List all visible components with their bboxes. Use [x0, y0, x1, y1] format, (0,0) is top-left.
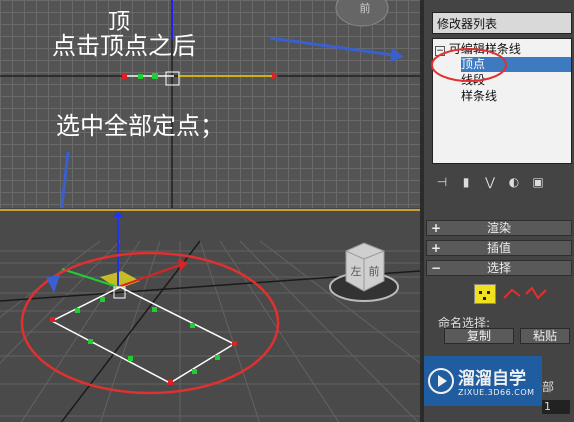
- callout-step1: 点击顶点之后: [52, 32, 196, 60]
- watermark-title: 溜溜自学: [458, 369, 526, 389]
- paste-button[interactable]: 粘贴: [520, 328, 570, 344]
- vertex-top-3: [152, 73, 158, 79]
- rollout-interp-label: 插值: [486, 241, 511, 255]
- configure-sets-icon[interactable]: ▣: [530, 174, 546, 190]
- annotation-arrow-1-head: [390, 48, 404, 62]
- rollout-interpolation[interactable]: + 插值: [426, 240, 572, 256]
- annotation-arrow-1: [269, 36, 401, 58]
- play-logo-icon: [428, 368, 454, 394]
- rollout-select-label: 选择: [486, 261, 511, 275]
- viewcube-front-label: 前: [368, 265, 380, 278]
- watermark-badge: 溜溜自学 ZIXUE.3D66.COM: [424, 356, 542, 406]
- gizmo-x-arrow: [272, 72, 278, 80]
- modifier-stack[interactable]: − 可编辑样条线 顶点 线段 样条线: [431, 38, 572, 164]
- perspective-viewport[interactable]: 左 前: [0, 209, 420, 422]
- make-unique-icon[interactable]: ⋁: [482, 174, 498, 190]
- spline-vertices: [50, 297, 237, 385]
- modifier-list-dropdown[interactable]: 修改器列表: [432, 12, 572, 34]
- pin-stack-icon[interactable]: ⊣: [434, 174, 450, 190]
- viewcube-side-label: 左: [350, 265, 362, 278]
- top-viewport[interactable]: 顶 点击顶点之后 选中全部定点； 前: [0, 0, 420, 208]
- spline-rectangle: [50, 286, 236, 384]
- stack-item-spline[interactable]: 样条线: [461, 89, 497, 104]
- viewcube-top-label: 前: [359, 2, 371, 15]
- plus-icon: +: [431, 241, 442, 255]
- vertex-top-1: [122, 74, 127, 79]
- copy-button[interactable]: 复制: [444, 328, 514, 344]
- watermark-subtitle: ZIXUE.3D66.COM: [458, 388, 535, 397]
- plus-icon: +: [431, 221, 442, 235]
- remove-modifier-icon[interactable]: ◐: [506, 174, 522, 190]
- annotation-ellipse-stack: [431, 48, 507, 82]
- partial-label-1: 部: [542, 380, 555, 394]
- annotation-arrow-2: [60, 151, 70, 208]
- partial-spinner[interactable]: 1: [542, 400, 570, 414]
- vertex-top-2: [138, 74, 143, 79]
- callout-step2: 选中全部定点；: [56, 112, 224, 140]
- perspective-scene: [0, 211, 420, 422]
- vertex-mode-icon[interactable]: [474, 284, 496, 304]
- segment-spline-mode-icons[interactable]: [502, 284, 552, 304]
- rollout-render[interactable]: + 渲染: [426, 220, 572, 236]
- minus-icon: −: [431, 261, 442, 275]
- rollout-render-label: 渲染: [486, 221, 511, 235]
- stack-toolbar: ⊣ ▮ ⋁ ◐ ▣: [434, 172, 574, 192]
- rollout-selection[interactable]: − 选择: [426, 260, 572, 276]
- show-end-result-icon[interactable]: ▮: [458, 174, 474, 190]
